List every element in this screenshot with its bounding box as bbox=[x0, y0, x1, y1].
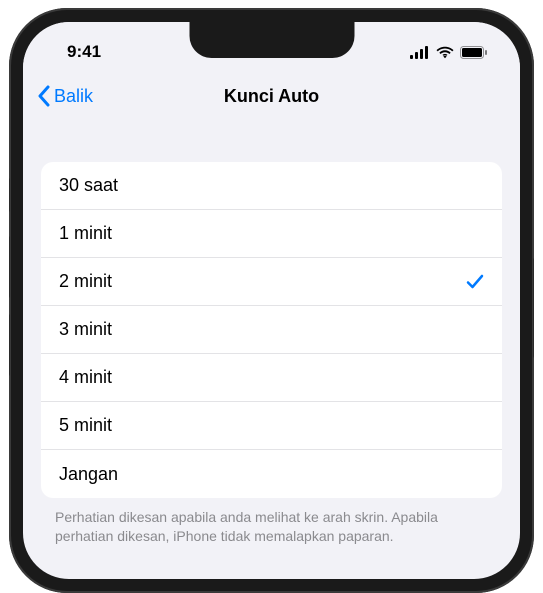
autolock-option-row[interactable]: 3 minit bbox=[41, 306, 502, 354]
autolock-option-row[interactable]: 5 minit bbox=[41, 402, 502, 450]
content-area: 30 saat 1 minit 2 minit 3 minit 4 minit 5 min… bbox=[23, 120, 520, 556]
back-label: Balik bbox=[54, 86, 93, 107]
autolock-option-row[interactable]: Jangan bbox=[41, 450, 502, 498]
battery-icon bbox=[460, 46, 488, 59]
phone-screen: 9:41 bbox=[23, 22, 520, 579]
phone-notch bbox=[189, 22, 354, 58]
status-indicators bbox=[410, 46, 488, 59]
back-button[interactable]: Balik bbox=[37, 85, 93, 107]
footer-description: Perhatian dikesan apabila anda melihat k… bbox=[23, 498, 520, 556]
phone-frame: 9:41 bbox=[9, 8, 534, 593]
status-time: 9:41 bbox=[55, 42, 101, 62]
autolock-option-row[interactable]: 4 minit bbox=[41, 354, 502, 402]
autolock-option-row[interactable]: 30 saat bbox=[41, 162, 502, 210]
cellular-icon bbox=[410, 46, 430, 59]
option-label: Jangan bbox=[59, 464, 118, 485]
option-label: 1 minit bbox=[59, 223, 112, 244]
wifi-icon bbox=[436, 46, 454, 59]
option-label: 4 minit bbox=[59, 367, 112, 388]
option-label: 3 minit bbox=[59, 319, 112, 340]
page-title: Kunci Auto bbox=[224, 86, 319, 107]
autolock-options-list: 30 saat 1 minit 2 minit 3 minit 4 minit 5 min… bbox=[41, 162, 502, 498]
autolock-option-row[interactable]: 2 minit bbox=[41, 258, 502, 306]
navigation-bar: Balik Kunci Auto bbox=[23, 72, 520, 120]
option-label: 30 saat bbox=[59, 175, 118, 196]
option-label: 5 minit bbox=[59, 415, 112, 436]
autolock-option-row[interactable]: 1 minit bbox=[41, 210, 502, 258]
checkmark-icon bbox=[466, 273, 484, 291]
option-label: 2 minit bbox=[59, 271, 112, 292]
chevron-left-icon bbox=[37, 85, 50, 107]
